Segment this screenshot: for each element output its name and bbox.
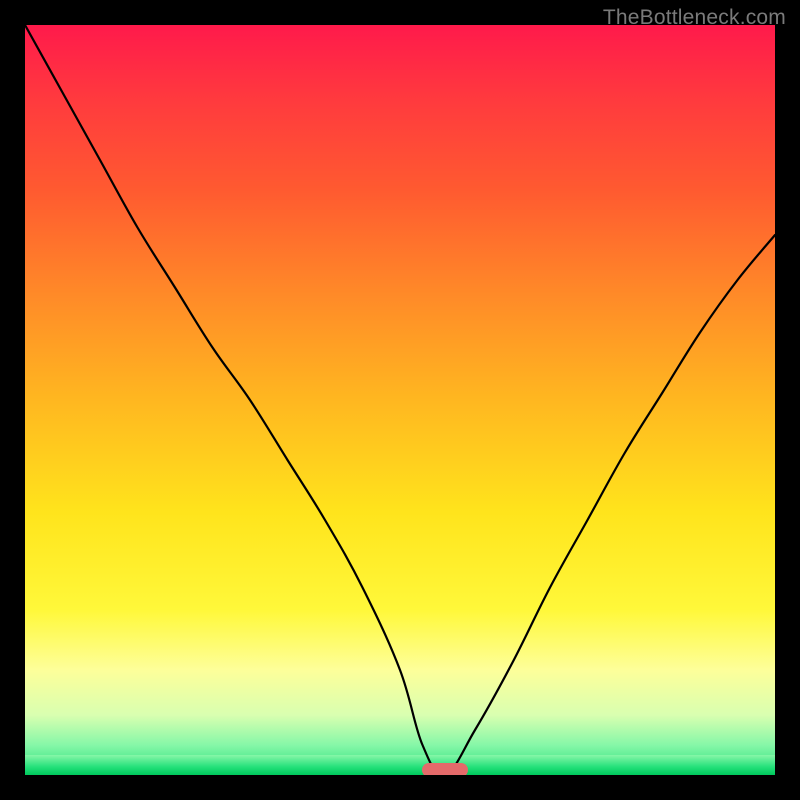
plot-area [25,25,775,775]
optimal-marker [422,763,468,775]
bottleneck-curve [25,25,775,775]
chart-frame: TheBottleneck.com [0,0,800,800]
watermark-text: TheBottleneck.com [603,6,786,30]
